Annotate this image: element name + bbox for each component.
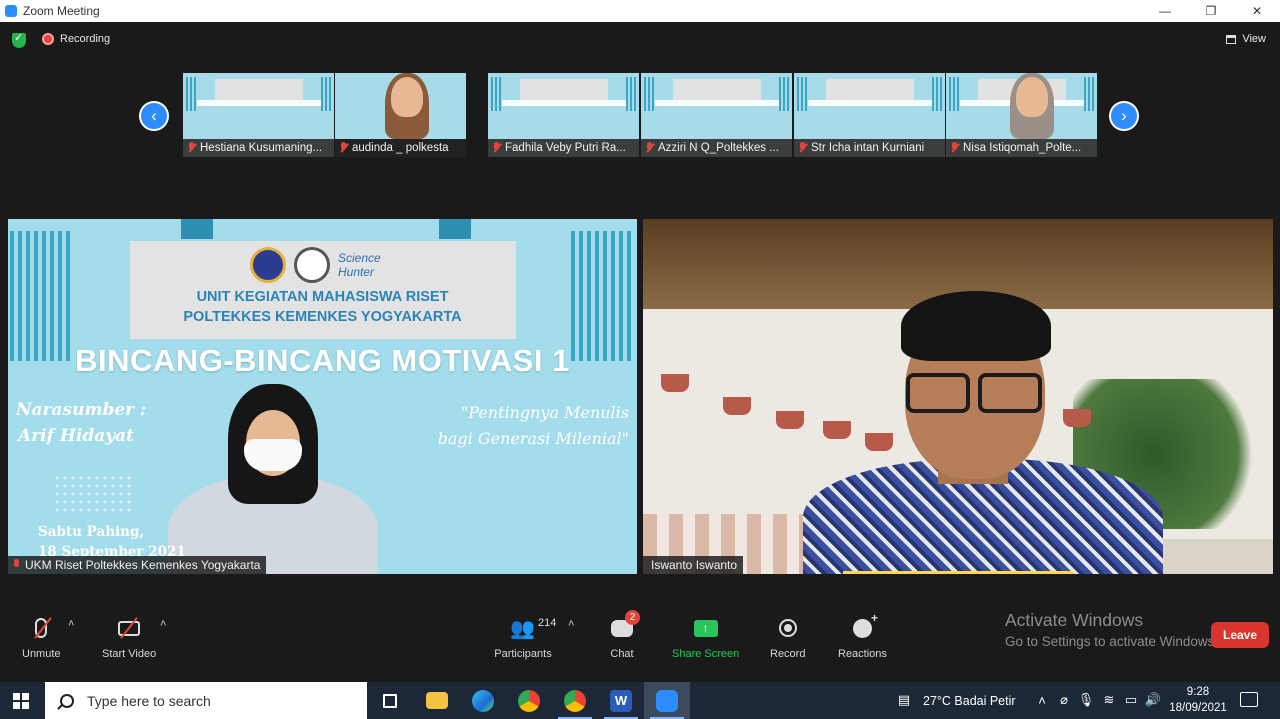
reactions-button[interactable]: Reactions — [838, 611, 887, 661]
science-hunter-logo: Science Hunter — [338, 251, 381, 279]
chevron-left-icon: ‹ — [151, 106, 157, 125]
restore-button[interactable]: ❐ — [1188, 0, 1234, 22]
participant-thumbnail[interactable]: Fadhila Veby Putri Ra... — [488, 73, 639, 157]
meeting-toolbar: Unmute ˄ Start Video ˄ 👥 214 Participants… — [0, 606, 1280, 682]
video-tile-speaker[interactable]: Iswanto Iswanto — [643, 219, 1273, 574]
windows-taskbar: W ▤ 27°C Badai Petir ˄ ⌀ 🎙 ≋ ▭ 🔊 9:28 18… — [0, 682, 1280, 719]
slide-quote: "Pentingnya Menulis bagi Generasi Mileni… — [437, 403, 629, 448]
zoom-taskbar-icon[interactable] — [644, 682, 690, 719]
participant-name: Azziri N Q_Poltekkes ... — [658, 142, 779, 154]
taskbar-search-box[interactable] — [45, 682, 367, 719]
wifi-icon[interactable]: ≋ — [1101, 692, 1117, 708]
video-options-chevron-icon[interactable]: ˄ — [160, 618, 170, 630]
security-shield-icon[interactable] — [12, 31, 26, 48]
volume-icon[interactable]: 🔊 — [1145, 692, 1161, 708]
file-explorer-icon[interactable] — [414, 682, 460, 719]
zoom-app-icon — [5, 5, 17, 17]
muted-mic-icon — [798, 142, 807, 154]
muted-mic-icon — [492, 142, 501, 154]
window-title: Zoom Meeting — [23, 4, 100, 18]
tile-name-bar: UKM Riset Poltekkes Kemenkes Yogyakarta — [8, 556, 267, 574]
participants-button[interactable]: 👥 214 Participants — [494, 614, 556, 660]
next-page-button[interactable]: › — [1109, 101, 1139, 131]
microphone-tray-icon[interactable]: 🎙 — [1078, 692, 1095, 708]
recording-label: Recording — [60, 33, 111, 45]
search-input[interactable] — [87, 692, 337, 709]
participant-name: Hestiana Kusumaning... — [200, 142, 323, 154]
windows-start-icon[interactable] — [13, 693, 29, 709]
share-screen-icon: ↑ — [693, 619, 718, 637]
chevron-right-icon: › — [1121, 106, 1127, 125]
task-view-icon[interactable] — [367, 682, 413, 719]
participant-thumbnail[interactable]: Azziri N Q_Poltekkes ... — [641, 73, 792, 157]
chat-button[interactable]: 2 Chat — [607, 610, 640, 660]
recording-indicator[interactable]: Recording — [42, 33, 110, 45]
unmute-button[interactable]: Unmute — [22, 614, 61, 660]
minimize-button[interactable]: — — [1142, 0, 1188, 22]
tile-participant-name: Iswanto Iswanto — [651, 558, 738, 572]
university-logo-icon — [250, 247, 286, 283]
start-video-button[interactable]: Start Video — [102, 614, 156, 660]
record-icon — [778, 619, 797, 637]
video-tile-presenter[interactable]: Science Hunter UNIT KEGIATAN MAHASISWA R… — [8, 219, 637, 574]
view-grid-icon — [1226, 34, 1237, 44]
recording-dot-icon — [42, 33, 54, 45]
chrome-profile-icon[interactable] — [552, 682, 598, 719]
presenter-image — [158, 384, 388, 574]
muted-mic-icon — [645, 142, 654, 154]
share-screen-button[interactable]: ↑ Share Screen — [672, 614, 739, 660]
view-button[interactable]: View — [1226, 33, 1266, 45]
meeting-area: Recording View ‹ Hestiana Kusumaning... … — [0, 22, 1280, 682]
edge-browser-icon[interactable] — [460, 682, 506, 719]
speaker-video-image — [803, 289, 1163, 574]
reactions-smiley-icon — [852, 611, 878, 638]
muted-mic-icon — [187, 142, 196, 154]
participant-thumbnail[interactable]: audinda _ polkesta — [335, 73, 466, 157]
participants-icon: 👥 — [510, 618, 535, 640]
participant-name: Nisa Istiqomah_Polte... — [963, 142, 1082, 154]
slide-title: BINCANG-BINCANG MOTIVASI 1 — [75, 343, 570, 378]
muted-mic-icon — [12, 559, 21, 571]
close-button[interactable]: ✕ — [1234, 0, 1280, 22]
window-titlebar: Zoom Meeting — ❐ ✕ — [0, 0, 1280, 22]
participant-name: audinda _ polkesta — [352, 142, 449, 154]
slide-narasumber-name: Arif Hidayat — [18, 426, 135, 446]
battery-icon[interactable]: ▭ — [1123, 692, 1139, 708]
audio-options-chevron-icon[interactable]: ˄ — [68, 618, 78, 630]
view-label: View — [1242, 33, 1266, 45]
weather-text[interactable]: 27°C Badai Petir — [923, 682, 1016, 719]
muted-mic-icon — [339, 142, 348, 154]
record-button[interactable]: Record — [770, 614, 805, 660]
chat-unread-badge: 2 — [625, 610, 640, 625]
tile-name-bar: Iswanto Iswanto — [643, 556, 744, 574]
participant-thumbnail[interactable]: Hestiana Kusumaning... — [183, 73, 334, 157]
participant-name: Fadhila Veby Putri Ra... — [505, 142, 626, 154]
participants-options-chevron-icon[interactable]: ˄ — [568, 618, 578, 630]
search-icon — [60, 693, 74, 708]
participant-thumbnail[interactable]: Nisa Istiqomah_Polte... — [946, 73, 1097, 157]
participant-thumbnail[interactable]: Str Icha intan Kurniani — [794, 73, 945, 157]
participants-count: 214 — [538, 617, 557, 629]
slide-org-name: UNIT KEGIATAN MAHASISWA RISET POLTEKKES … — [183, 289, 462, 325]
ukm-logo-icon — [294, 247, 330, 283]
chevron-up-icon[interactable]: ˄ — [1034, 692, 1050, 708]
leave-button[interactable]: Leave — [1211, 622, 1269, 648]
participant-name: Str Icha intan Kurniani — [811, 142, 925, 154]
chrome-icon[interactable] — [506, 682, 552, 719]
weather-icon[interactable]: ▤ — [894, 692, 914, 708]
tile-participant-name: UKM Riset Poltekkes Kemenkes Yogyakarta — [25, 558, 261, 572]
notifications-icon[interactable] — [1240, 692, 1258, 707]
muted-mic-icon — [950, 142, 959, 154]
taskbar-clock[interactable]: 9:28 18/09/2021 — [1168, 684, 1228, 716]
previous-page-button[interactable]: ‹ — [139, 101, 169, 131]
active-speaker-indicator — [843, 571, 1073, 574]
network-status-icon[interactable]: ⌀ — [1056, 692, 1072, 708]
word-icon[interactable]: W — [598, 682, 644, 719]
slide-narasumber-label: Narasumber : — [16, 400, 147, 420]
